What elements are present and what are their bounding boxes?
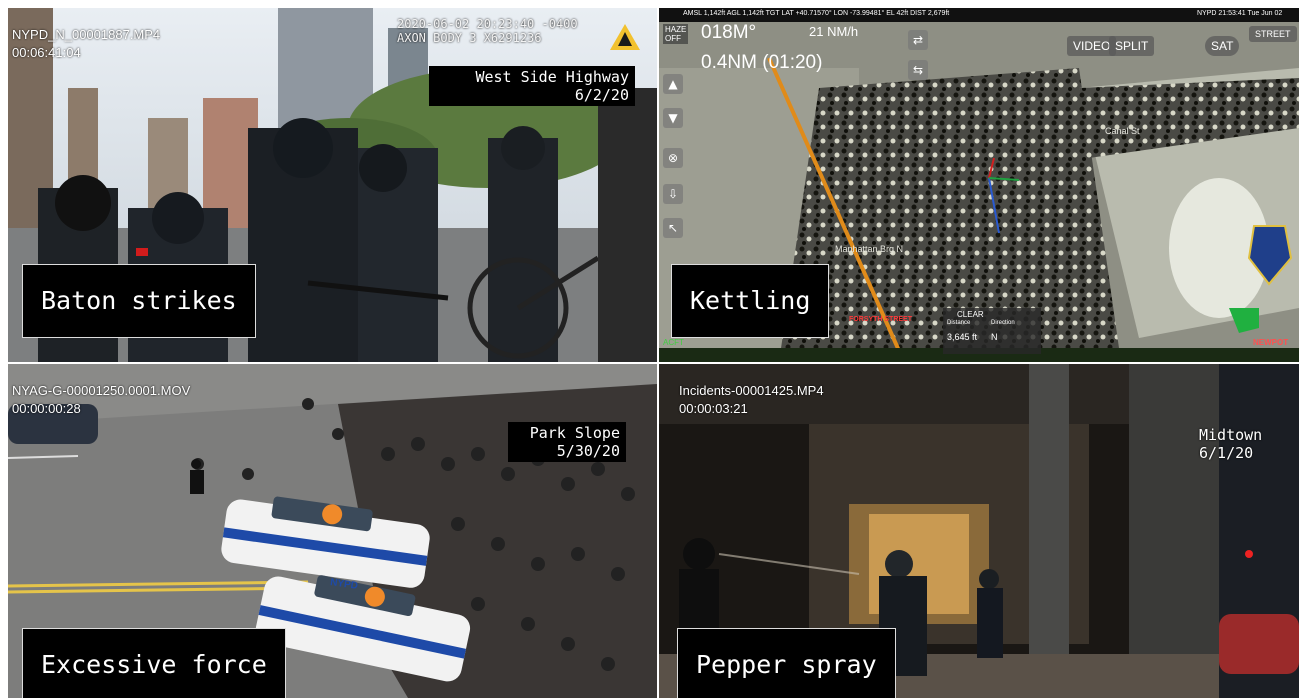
- target-icon[interactable]: ⊗: [663, 148, 683, 168]
- location-date: 6/1/20: [1199, 444, 1254, 462]
- panel-kettling: AMSL 1,142ft AGL 1,142ft TGT LAT +40.715…: [659, 8, 1299, 362]
- timecode: 00:06:41:04: [12, 45, 81, 60]
- measure-panel[interactable]: CLEAR Distance Direction 3,645 ft N: [943, 308, 1041, 354]
- split-button[interactable]: SPLIT: [1109, 36, 1155, 56]
- speed-readout: 21 NM/h: [809, 24, 859, 39]
- caption-label: Kettling: [671, 264, 830, 338]
- acft-label: ACFT: [663, 338, 684, 347]
- direction-value: N: [991, 332, 998, 342]
- car-label: NYPD: [329, 577, 359, 592]
- haze-label: HAZE: [665, 25, 687, 34]
- location-label: West Side Highway 6/2/20: [429, 66, 635, 106]
- clear-button[interactable]: CLEAR: [957, 310, 984, 319]
- heading-readout: 018M°: [701, 22, 757, 43]
- map-label-canal: Canal St: [1105, 126, 1140, 136]
- location-date: 5/30/20: [556, 442, 620, 460]
- sat-button[interactable]: SAT: [1205, 36, 1240, 56]
- distance-value: 3,645 ft: [947, 332, 978, 342]
- hud-clock: NYPD 21:53:41 Tue Jun 02: [1197, 10, 1283, 17]
- camera-model: AXON BODY 3 X6291236: [397, 31, 542, 45]
- location-name: Midtown: [1199, 426, 1263, 444]
- panel-pepper-spray: Incidents-00001425.MP4 00:00:03:21 Midto…: [659, 364, 1299, 698]
- video-grid: NYPD_N_00001887.MP4 00:06:41:04 2020-06-…: [8, 8, 1299, 698]
- panel-baton-strikes: NYPD_N_00001887.MP4 00:06:41:04 2020-06-…: [8, 8, 657, 362]
- distance-sub-label: Distance: [947, 320, 971, 326]
- filename: NYAG-G-00001250.0001.MOV: [12, 383, 191, 398]
- direction-sub-label: Direction: [991, 320, 1015, 326]
- panel-excessive-force: NYAG-G-00001250.0001.MOV 00:00:00:28 Par…: [8, 364, 657, 698]
- map-pan-icon[interactable]: ⇆: [908, 60, 928, 80]
- map-label-bridge: Manhattan Brg N: [835, 244, 904, 254]
- down-arrow-icon[interactable]: ▼: [663, 108, 683, 128]
- street-button[interactable]: STREET: [1249, 26, 1297, 42]
- hud-telemetry-bar: AMSL 1,142ft AGL 1,142ft TGT LAT +40.715…: [683, 10, 950, 17]
- download-icon[interactable]: ⇩: [663, 184, 683, 204]
- haze-state: OFF: [665, 34, 681, 43]
- newpot-label: NEWPOT: [1253, 338, 1289, 347]
- pointer-icon[interactable]: ↖: [663, 218, 683, 238]
- timecode: 00:00:00:28: [12, 401, 81, 416]
- axon-logo-icon: [610, 24, 640, 50]
- filename: NYPD_N_00001887.MP4: [12, 27, 161, 42]
- camera-timestamp: 2020-06-02 20:23:40 -0400: [397, 17, 578, 31]
- location-name: Park Slope: [529, 424, 620, 442]
- map-label-forsyth: FORSYTH STREET: [849, 316, 913, 323]
- haze-toggle[interactable]: HAZE OFF: [663, 24, 689, 44]
- location-label: Park Slope 5/30/20: [508, 422, 626, 462]
- caption-label: Baton strikes: [22, 264, 256, 338]
- caption-label: Excessive force: [22, 628, 286, 698]
- location-date: 6/2/20: [574, 86, 629, 104]
- up-arrow-icon[interactable]: ▲: [663, 74, 683, 94]
- distance-readout: 0.4NM (01:20): [701, 52, 823, 73]
- caption-label: Pepper spray: [677, 628, 896, 698]
- map-zoom-icon[interactable]: ⇄: [908, 30, 928, 50]
- filename: Incidents-00001425.MP4: [679, 383, 824, 398]
- location-name: West Side Highway: [475, 68, 629, 86]
- timecode: 00:00:03:21: [679, 401, 748, 416]
